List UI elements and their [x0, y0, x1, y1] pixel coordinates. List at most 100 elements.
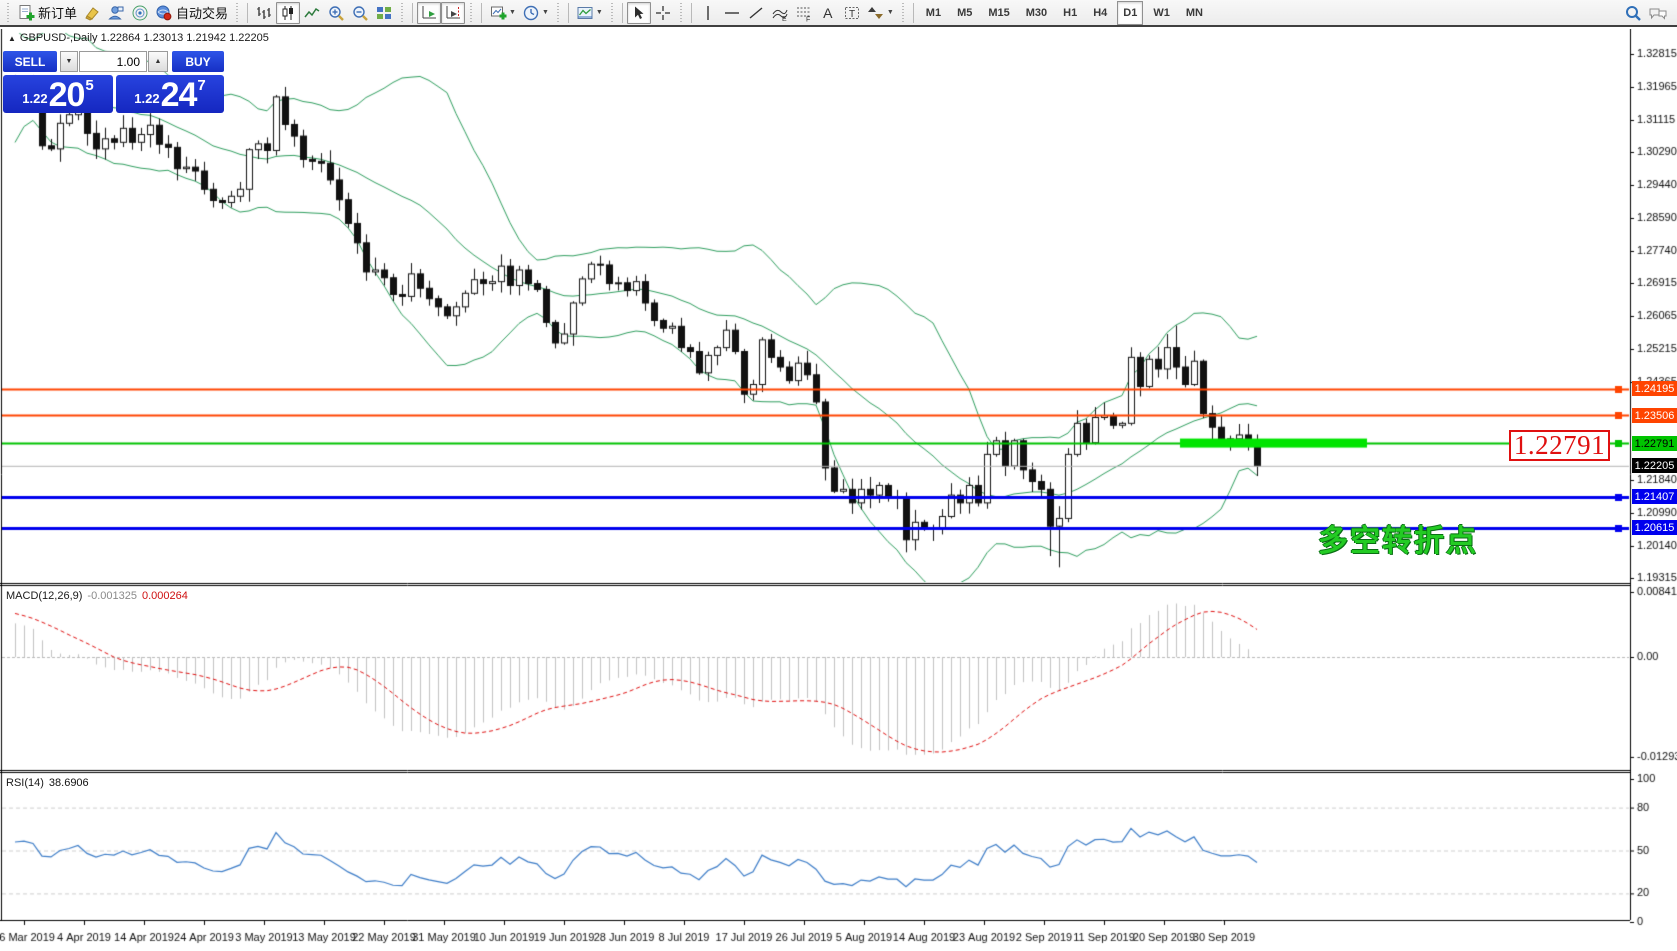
mt4-window: 新订单 — [0, 0, 1677, 951]
sell-button[interactable]: SELL — [3, 51, 57, 72]
buy-price-point: 7 — [197, 77, 205, 94]
toolbar-grip[interactable] — [6, 3, 11, 23]
auto-trading-button[interactable]: 自动交易 — [152, 2, 231, 24]
chat-button[interactable] — [1645, 2, 1671, 24]
separator — [622, 3, 623, 23]
toolbar-grip[interactable] — [400, 3, 405, 23]
new-chart-button[interactable]: ▼ — [486, 2, 519, 24]
chart-header: ▲GBPUSD-,Daily 1.22864 1.23013 1.21942 1… — [8, 32, 269, 44]
chart-shift-button[interactable] — [441, 2, 465, 24]
toolbar-grip[interactable] — [901, 3, 906, 23]
horizontal-line-button[interactable] — [720, 2, 744, 24]
auto-scroll-button[interactable] — [417, 2, 441, 24]
macd-label: MACD(12,26,9)-0.0013250.000264 — [6, 590, 188, 602]
dropdown-caret: ▼ — [509, 9, 516, 16]
volume-input[interactable]: 1.00 — [79, 51, 147, 72]
toolbar-grip[interactable] — [235, 3, 240, 23]
svg-text:E: E — [782, 16, 787, 22]
price-annotation-text: 1.22791 — [1514, 430, 1605, 461]
fibonacci-button[interactable]: F — [792, 2, 816, 24]
toolbar-grip[interactable] — [679, 3, 684, 23]
buy-price-button[interactable]: 1.22 24 7 — [116, 75, 224, 113]
volume-increase-button[interactable]: ▲ — [148, 51, 168, 72]
equidistant-channel-icon: E — [771, 4, 789, 22]
new-order-icon — [17, 4, 35, 22]
macd-main-value: -0.001325 — [87, 590, 137, 602]
text-button[interactable]: A — [816, 2, 840, 24]
tf-button-W1[interactable]: W1 — [1147, 1, 1176, 25]
separator — [412, 3, 413, 23]
current-price-tag: 1.22205 — [1632, 458, 1677, 473]
auto-trading-label: 自动交易 — [176, 3, 228, 22]
level-price-tag: 1.20615 — [1632, 520, 1677, 535]
tf-button-H1[interactable]: H1 — [1057, 1, 1083, 25]
equidistant-channel-button[interactable]: E — [768, 2, 792, 24]
ohlc-open: 1.22864 — [101, 32, 141, 44]
buy-price-prefix: 1.22 — [134, 91, 159, 106]
trader-account-button[interactable] — [104, 2, 128, 24]
trendline-icon — [748, 5, 764, 21]
zoom-out-button[interactable] — [348, 2, 372, 24]
tf-button-M15[interactable]: M15 — [982, 1, 1015, 25]
ohlc-close: 1.22205 — [229, 32, 269, 44]
trader-icon — [107, 4, 125, 22]
periodicity-button[interactable]: ▼ — [519, 2, 552, 24]
buy-button[interactable]: BUY — [172, 51, 224, 72]
candlestick-chart-button[interactable] — [276, 2, 300, 24]
tf-button-M1[interactable]: M1 — [920, 1, 947, 25]
level-price-tag: 1.22791 — [1632, 436, 1677, 451]
tf-button-MN[interactable]: MN — [1180, 1, 1209, 25]
ohlc-low: 1.21942 — [186, 32, 226, 44]
chart-canvas[interactable] — [0, 29, 1677, 951]
dropdown-caret: ▼ — [887, 9, 894, 16]
zoom-in-button[interactable] — [324, 2, 348, 24]
line-chart-icon — [303, 4, 321, 22]
turning-point-annotation[interactable]: 多空转折点 — [1318, 516, 1478, 560]
chart-window: ▲GBPUSD-,Daily 1.22864 1.23013 1.21942 1… — [0, 29, 1677, 951]
crosshair-button[interactable] — [651, 2, 675, 24]
main-toolbar: 新订单 — [0, 0, 1677, 27]
trendline-button[interactable] — [744, 2, 768, 24]
collapse-panel-icon[interactable]: ▲ — [8, 34, 16, 43]
line-chart-button[interactable] — [300, 2, 324, 24]
toolbar-grip[interactable] — [556, 3, 561, 23]
new-order-button[interactable]: 新订单 — [14, 2, 80, 24]
text-label-button[interactable]: T — [840, 2, 864, 24]
crosshair-icon — [655, 5, 671, 21]
cursor-button[interactable] — [627, 2, 651, 24]
separator — [691, 3, 692, 23]
eraser-button[interactable] — [80, 2, 104, 24]
separator — [481, 3, 482, 23]
price-annotation-box[interactable]: 1.22791 — [1509, 430, 1610, 461]
templates-button[interactable]: ▼ — [573, 2, 606, 24]
tf-button-D1[interactable]: D1 — [1117, 1, 1143, 25]
toolbar-grip[interactable] — [469, 3, 474, 23]
tile-windows-icon — [375, 4, 393, 22]
tf-button-M30[interactable]: M30 — [1020, 1, 1053, 25]
separator — [568, 3, 569, 23]
svg-text:F: F — [806, 16, 810, 22]
tf-button-M5[interactable]: M5 — [951, 1, 978, 25]
rsi-value: 38.6906 — [49, 777, 89, 789]
bar-chart-button[interactable] — [252, 2, 276, 24]
auto-scroll-icon — [420, 4, 438, 22]
chart-title: GBPUSD-,Daily — [20, 32, 98, 44]
signal-button[interactable] — [128, 2, 152, 24]
search-button[interactable] — [1621, 2, 1645, 24]
eraser-icon — [83, 4, 101, 22]
toolbar-grip[interactable] — [610, 3, 615, 23]
bar-chart-icon — [255, 4, 273, 22]
vertical-line-button[interactable] — [696, 2, 720, 24]
fibonacci-icon: F — [795, 4, 813, 22]
sell-price-pips: 20 — [49, 82, 85, 110]
separator — [247, 3, 248, 23]
text-label-icon: T — [843, 4, 861, 22]
macd-name: MACD(12,26,9) — [6, 590, 82, 602]
one-click-trading-panel: SELL ▼ 1.00 ▲ BUY 1.22 20 5 1.22 24 7 — [3, 51, 224, 113]
sell-price-button[interactable]: 1.22 20 5 — [3, 75, 113, 113]
arrows-button[interactable]: ▼ — [864, 2, 897, 24]
tile-windows-button[interactable] — [372, 2, 396, 24]
volume-decrease-button[interactable]: ▼ — [60, 51, 78, 72]
tf-button-H4[interactable]: H4 — [1087, 1, 1113, 25]
templates-icon — [576, 4, 594, 22]
